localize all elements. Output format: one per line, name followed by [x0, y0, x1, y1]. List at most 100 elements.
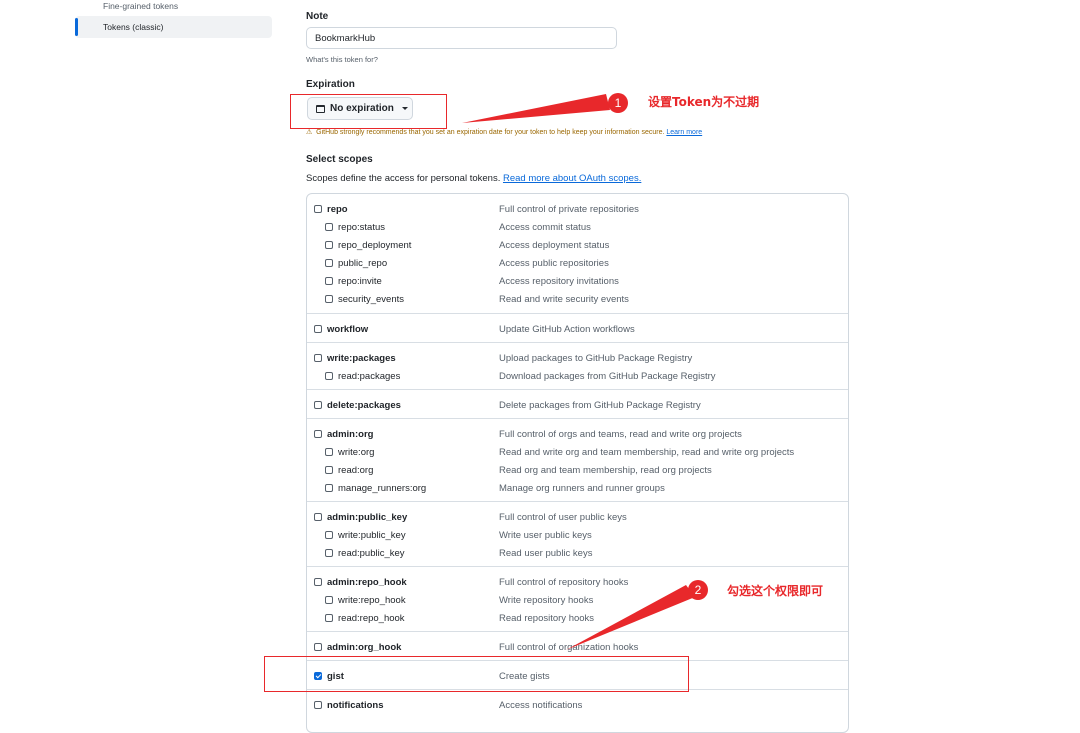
warning-text: GitHub strongly recommends that you set … — [316, 129, 665, 136]
scope-checkbox[interactable] — [314, 401, 322, 409]
scope-checkbox[interactable] — [325, 549, 333, 557]
scope-row[interactable]: security_events Read and write security e… — [307, 290, 848, 308]
arrow-step1 — [462, 94, 610, 123]
scope-name: security_events — [338, 293, 405, 305]
scope-name: manage_runners:org — [338, 482, 427, 494]
scope-name: admin:public_key — [327, 511, 408, 523]
scope-checkbox[interactable] — [314, 430, 322, 438]
scope-description: Update GitHub Action workflows — [499, 323, 635, 335]
expiration-label: Expiration — [306, 79, 355, 90]
scope-checkbox[interactable] — [325, 295, 333, 303]
scope-checkbox[interactable] — [314, 325, 322, 333]
scope-row[interactable]: read:packages Download packages from GitH… — [307, 367, 848, 385]
scope-description: Access deployment status — [499, 239, 610, 251]
scope-description: Read user public keys — [499, 547, 593, 559]
scope-row[interactable]: manage_runners:org Manage org runners and… — [307, 479, 848, 497]
step1-badge: 1 — [608, 93, 628, 113]
scope-row[interactable]: read:public_key Read user public keys — [307, 544, 848, 562]
step1-text: 设置Token为不过期 — [648, 95, 760, 109]
scope-row[interactable]: repo_deployment Access deployment status — [307, 236, 848, 254]
scope-row[interactable]: repo:invite Access repository invitations — [307, 272, 848, 290]
scope-description: Read org and team membership, read org p… — [499, 464, 712, 476]
scope-row[interactable]: write:public_key Write user public keys — [307, 526, 848, 544]
scope-group: notifications Access notifications — [307, 689, 848, 719]
scope-description: Full control of private repositories — [499, 203, 639, 215]
scope-row[interactable]: admin:org_hook Full control of organizati… — [307, 638, 848, 656]
scope-description: Access public repositories — [499, 257, 609, 269]
scope-name: admin:repo_hook — [327, 576, 407, 588]
scope-row[interactable]: repo:status Access commit status — [307, 218, 848, 236]
scope-checkbox[interactable] — [325, 531, 333, 539]
scope-group: admin:public_key Full control of user pub… — [307, 501, 848, 567]
scope-group: workflow Update GitHub Action workflows — [307, 313, 848, 343]
scope-group: write:packages Upload packages to GitHub … — [307, 342, 848, 390]
warning-icon: ⚠ — [306, 129, 313, 136]
scope-checkbox[interactable] — [325, 277, 333, 285]
scope-checkbox[interactable] — [314, 513, 322, 521]
scope-row[interactable]: public_repo Access public repositories — [307, 254, 848, 272]
scope-row[interactable]: write:org Read and write org and team mem… — [307, 443, 848, 461]
scope-name: notifications — [327, 699, 384, 711]
scope-row[interactable]: admin:org Full control of orgs and teams,… — [307, 425, 848, 443]
scope-description: Access notifications — [499, 699, 583, 711]
expiration-warning: ⚠ GitHub strongly recommends that you se… — [306, 128, 702, 136]
scope-checkbox[interactable] — [325, 596, 333, 604]
step2-text: 勾选这个权限即可 — [727, 584, 824, 598]
scope-description: Write repository hooks — [499, 594, 594, 606]
scope-description: Download packages from GitHub Package Re… — [499, 370, 716, 382]
scope-group: admin:org Full control of orgs and teams,… — [307, 418, 848, 502]
scope-checkbox[interactable] — [314, 205, 322, 213]
scope-name: read:packages — [338, 370, 401, 382]
scope-description: Full control of user public keys — [499, 511, 627, 523]
scope-checkbox[interactable] — [314, 578, 322, 586]
sidebar-item-tokens-classic[interactable]: Tokens (classic) — [75, 16, 272, 38]
oauth-scopes-link[interactable]: Read more about OAuth scopes. — [503, 173, 641, 184]
highlight-box-gist — [264, 656, 689, 692]
scope-checkbox[interactable] — [325, 259, 333, 267]
select-scopes-label: Select scopes — [306, 154, 373, 165]
scope-row[interactable]: read:org Read org and team membership, re… — [307, 461, 848, 479]
scope-row[interactable]: notifications Access notifications — [307, 696, 848, 714]
scope-description: Full control of organization hooks — [499, 641, 639, 653]
scope-checkbox[interactable] — [325, 466, 333, 474]
scope-name: delete:packages — [327, 399, 401, 411]
sidebar-item-fine-grained-tokens[interactable]: Fine-grained tokens — [75, 0, 272, 12]
scope-name: write:packages — [327, 352, 396, 364]
scope-description: Read repository hooks — [499, 612, 595, 624]
scopes-description: Scopes define the access for personal to… — [306, 173, 641, 184]
scope-checkbox[interactable] — [325, 372, 333, 380]
scope-row[interactable]: delete:packages Delete packages from GitH… — [307, 396, 848, 414]
scope-name: read:public_key — [338, 547, 405, 559]
highlight-box-expiration — [290, 94, 447, 129]
scope-checkbox[interactable] — [325, 448, 333, 456]
note-hint: What's this token for? — [306, 55, 378, 64]
step2-badge: 2 — [688, 580, 708, 600]
scope-checkbox[interactable] — [325, 241, 333, 249]
scope-checkbox[interactable] — [314, 701, 322, 709]
scope-description: Upload packages to GitHub Package Regist… — [499, 352, 693, 364]
scope-checkbox[interactable] — [314, 643, 322, 651]
scope-row[interactable]: workflow Update GitHub Action workflows — [307, 320, 848, 338]
scope-checkbox[interactable] — [325, 223, 333, 231]
scope-name: admin:org — [327, 428, 374, 440]
sidebar-item-label: Tokens (classic) — [103, 22, 164, 32]
scope-row[interactable]: read:repo_hook Read repository hooks — [307, 609, 848, 627]
note-label: Note — [306, 11, 329, 22]
scope-description: Read and write org and team membership, … — [499, 446, 795, 458]
learn-more-link[interactable]: Learn more — [666, 129, 702, 136]
scope-checkbox[interactable] — [325, 484, 333, 492]
scope-name: read:repo_hook — [338, 612, 405, 624]
scope-row[interactable]: repo Full control of private repositories — [307, 200, 848, 218]
scope-name: repo — [327, 203, 348, 215]
note-input[interactable] — [306, 27, 617, 49]
scope-group: repo Full control of private repositories… — [307, 194, 848, 313]
scope-group: delete:packages Delete packages from GitH… — [307, 389, 848, 419]
scope-checkbox[interactable] — [314, 354, 322, 362]
sidebar-item-label: Fine-grained tokens — [103, 1, 179, 11]
scope-description: Access commit status — [499, 221, 591, 233]
scope-checkbox[interactable] — [325, 614, 333, 622]
scope-row[interactable]: admin:public_key Full control of user pub… — [307, 508, 848, 526]
scopes-description-text: Scopes define the access for personal to… — [306, 173, 501, 184]
scope-description: Delete packages from GitHub Package Regi… — [499, 399, 701, 411]
scope-row[interactable]: write:packages Upload packages to GitHub … — [307, 349, 848, 367]
